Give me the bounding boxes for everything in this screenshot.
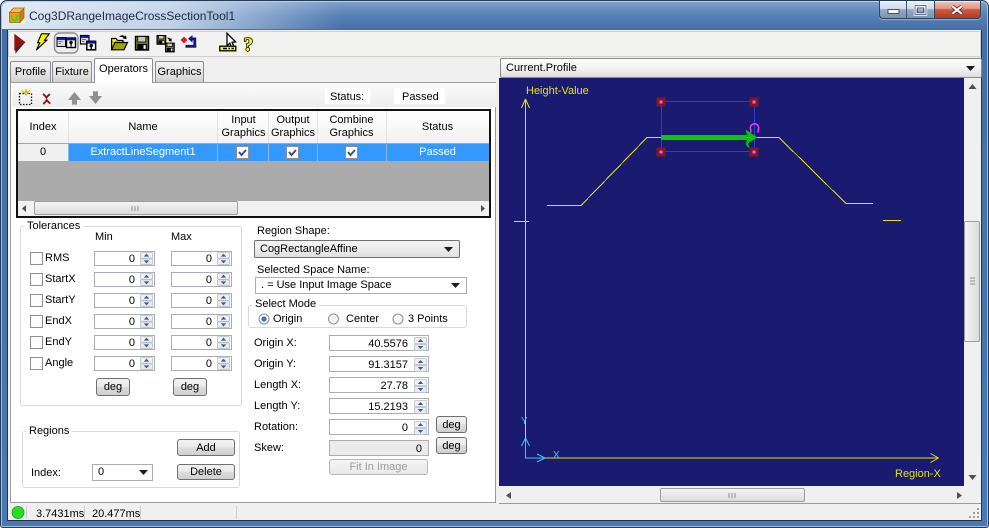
- svg-text:X: X: [553, 450, 560, 461]
- svg-text:Y: Y: [521, 416, 528, 427]
- svg-text:?: ?: [244, 35, 254, 56]
- svg-text:Height-Value: Height-Value: [526, 85, 589, 97]
- svg-text:Region-X: Region-X: [895, 468, 942, 480]
